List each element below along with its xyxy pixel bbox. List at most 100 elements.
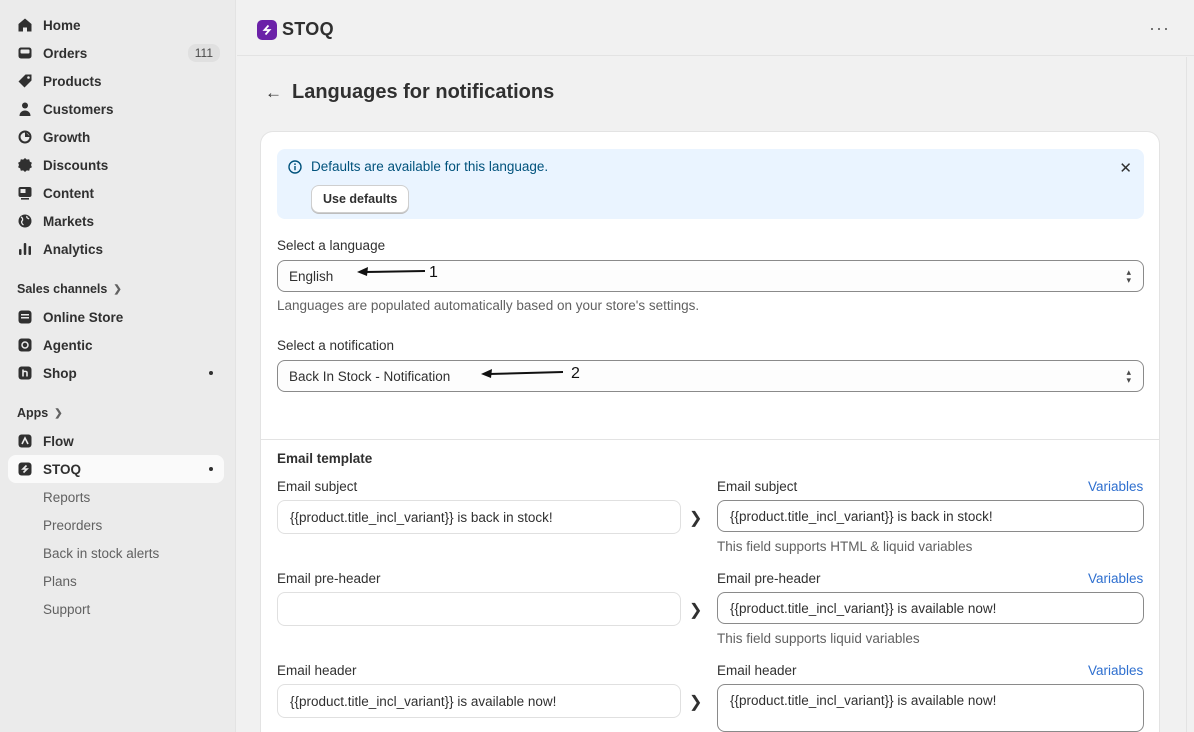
sidebar-item-shop[interactable]: Shop <box>8 359 224 387</box>
info-icon <box>288 160 302 177</box>
annotation-arrow-2 <box>481 369 564 378</box>
subject-label: Email subject <box>717 479 798 494</box>
sidebar-item-label: Home <box>43 17 81 33</box>
sidebar-item-label: Growth <box>43 129 91 145</box>
annotation-arrow-1 <box>357 267 426 276</box>
scrollbar[interactable] <box>1186 57 1194 732</box>
apps-header[interactable]: Apps ❯ <box>8 399 224 427</box>
annotation-label-2: 2 <box>571 365 580 382</box>
shop-icon <box>16 364 34 382</box>
sales-channels-header[interactable]: Sales channels ❯ <box>8 275 224 303</box>
store-icon <box>16 308 34 326</box>
annotation-label-1: 1 <box>429 264 438 281</box>
chart-icon <box>16 240 34 258</box>
app-header: STOQ ··· <box>237 0 1194 56</box>
email-template-title: Email template <box>277 451 373 466</box>
sidebar-subitem-back-in-stock-alerts[interactable]: Back in stock alerts <box>0 539 235 567</box>
banner-message: Defaults are available for this language… <box>311 159 549 174</box>
sidebar-item-label: Customers <box>43 101 114 117</box>
select-arrows-icon: ▴ ▾ <box>1126 367 1131 385</box>
subject-variables-link[interactable]: Variables <box>1088 479 1143 494</box>
globe-icon <box>16 212 34 230</box>
language-value: English <box>289 268 334 284</box>
header-field[interactable]: {{product.title_incl_variant}} is availa… <box>717 684 1144 732</box>
use-defaults-button[interactable]: Use defaults <box>311 185 410 213</box>
main-content: ← Languages for notifications Defaults a… <box>237 57 1186 732</box>
sidebar-item-label: Discounts <box>43 157 109 173</box>
sidebar-item-stoq[interactable]: STOQ <box>8 455 224 483</box>
discount-icon <box>16 156 34 174</box>
chevron-right-icon[interactable]: ❯ <box>689 508 702 528</box>
preheader-field[interactable]: {{product.title_incl_variant}} is availa… <box>717 592 1144 624</box>
header-default-field[interactable]: {{product.title_incl_variant}} is availa… <box>277 684 681 718</box>
sidebar-subitem-support[interactable]: Support <box>0 595 235 623</box>
sidebar-item-label: Flow <box>43 433 74 449</box>
more-actions-icon[interactable]: ··· <box>1149 18 1170 39</box>
stoq-logo-icon <box>257 19 277 40</box>
subject-label-default: Email subject <box>277 479 358 494</box>
preheader-label: Email pre-header <box>717 571 821 586</box>
subject-field[interactable]: {{product.title_incl_variant}} is back i… <box>717 500 1144 532</box>
sidebar-subitem-plans[interactable]: Plans <box>0 567 235 595</box>
chevron-right-icon[interactable]: ❯ <box>689 600 702 620</box>
section-divider <box>261 439 1159 440</box>
sidebar-item-label: Online Store <box>43 309 124 325</box>
sidebar-item-analytics[interactable]: Analytics <box>8 235 224 263</box>
select-arrows-icon: ▴ ▾ <box>1126 267 1131 285</box>
page-title: Languages for notifications <box>292 81 555 103</box>
notification-select[interactable]: Back In Stock - Notification ▴ ▾ <box>277 360 1144 392</box>
preheader-variables-link[interactable]: Variables <box>1088 571 1143 586</box>
sidebar-item-customers[interactable]: Customers <box>8 95 224 123</box>
chevron-right-icon[interactable]: ❯ <box>689 692 702 712</box>
agentic-icon <box>16 336 34 354</box>
language-label: Select a language <box>277 238 386 253</box>
sales-channels-label: Sales channels <box>17 282 108 296</box>
header-label: Email header <box>717 663 797 678</box>
notification-value: Back In Stock - Notification <box>289 368 451 384</box>
sidebar-item-products[interactable]: Products <box>8 67 224 95</box>
stoq-icon <box>16 460 34 478</box>
growth-icon <box>16 128 34 146</box>
sidebar-item-label: Analytics <box>43 241 104 257</box>
sidebar-item-label: Markets <box>43 213 95 229</box>
sidebar-item-home[interactable]: Home <box>8 11 224 39</box>
orders-count-badge: 111 <box>187 44 220 62</box>
sidebar-item-online-store[interactable]: Online Store <box>8 303 224 331</box>
person-icon <box>16 100 34 118</box>
subject-default-field[interactable]: {{product.title_incl_variant}} is back i… <box>277 500 681 534</box>
header-label-default: Email header <box>277 663 357 678</box>
back-arrow-icon[interactable]: ← <box>265 83 282 103</box>
tag-icon <box>16 72 34 90</box>
header-variables-link[interactable]: Variables <box>1088 663 1143 678</box>
sidebar-item-label: STOQ <box>43 461 82 477</box>
app-name: STOQ <box>282 19 334 39</box>
sidebar-item-flow[interactable]: Flow <box>8 427 224 455</box>
sidebar-item-label: Agentic <box>43 337 93 353</box>
sidebar-item-orders[interactable]: Orders 111 <box>8 39 224 67</box>
preheader-default-field[interactable] <box>277 592 681 626</box>
subject-help-text: This field supports HTML & liquid variab… <box>717 539 973 554</box>
apps-label: Apps <box>17 406 49 420</box>
content-icon <box>16 184 34 202</box>
sidebar-item-growth[interactable]: Growth <box>8 123 224 151</box>
chevron-right-icon: ❯ <box>113 283 122 295</box>
sidebar-subitem-preorders[interactable]: Preorders <box>0 511 235 539</box>
sidebar: Home Orders 111 Products Customers Growt… <box>0 0 236 732</box>
settings-card: Defaults are available for this language… <box>261 132 1159 732</box>
home-icon <box>16 16 34 34</box>
chevron-right-icon: ❯ <box>54 407 63 419</box>
sidebar-item-label: Shop <box>43 365 77 381</box>
notification-label: Select a notification <box>277 338 395 353</box>
sidebar-item-content[interactable]: Content <box>8 179 224 207</box>
sidebar-item-agentic[interactable]: Agentic <box>8 331 224 359</box>
close-icon[interactable]: ✕ <box>1119 159 1132 177</box>
preheader-help-text: This field supports liquid variables <box>717 631 920 646</box>
sidebar-item-label: Products <box>43 73 102 89</box>
sidebar-item-label: Orders <box>43 45 88 61</box>
preheader-label-default: Email pre-header <box>277 571 381 586</box>
sidebar-subitem-reports[interactable]: Reports <box>0 483 235 511</box>
defaults-banner: Defaults are available for this language… <box>277 149 1144 219</box>
sidebar-item-markets[interactable]: Markets <box>8 207 224 235</box>
sidebar-item-discounts[interactable]: Discounts <box>8 151 224 179</box>
language-help-text: Languages are populated automatically ba… <box>277 298 700 313</box>
